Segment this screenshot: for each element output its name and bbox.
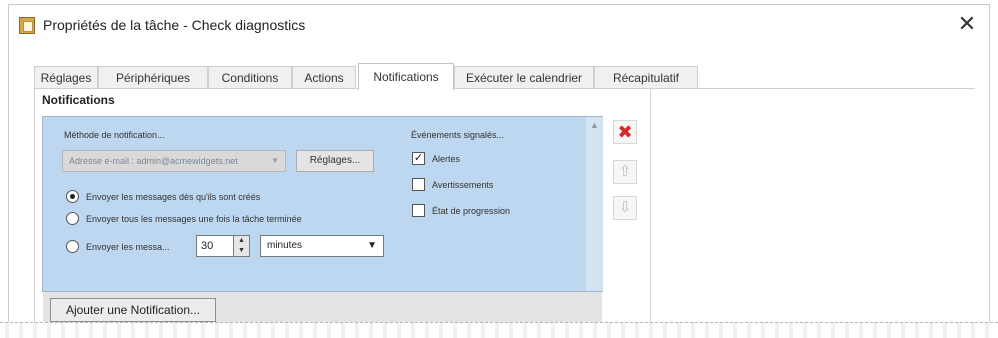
- tab-recapitulatif[interactable]: Récapitulatif: [594, 66, 698, 89]
- checkbox-etat-de-progression[interactable]: [412, 204, 425, 217]
- close-icon[interactable]: ✕: [953, 11, 981, 37]
- radio-send-interval[interactable]: [66, 240, 79, 253]
- move-down-icon[interactable]: ⇩: [613, 196, 637, 220]
- settings-button[interactable]: Réglages...: [296, 150, 374, 172]
- radio-send-at-end[interactable]: [66, 212, 79, 225]
- interval-stepper[interactable]: ▲ ▼: [234, 235, 250, 257]
- checkbox-alertes-label: Alertes: [432, 154, 461, 164]
- scroll-up-arrow-icon[interactable]: ▲: [586, 117, 603, 133]
- radio-send-immediately[interactable]: [66, 190, 79, 203]
- method-label: Méthode de notification...: [64, 130, 165, 140]
- tab-notifications[interactable]: Notifications: [358, 63, 454, 90]
- panel-scrollbar[interactable]: ▲: [585, 117, 603, 291]
- title-bar: Propriétés de la tâche - Check diagnosti…: [9, 5, 989, 45]
- tab-peripheriques[interactable]: Périphériques: [98, 66, 208, 89]
- interval-unit-select[interactable]: minutes ▼: [260, 235, 384, 257]
- notifications-heading: Notifications: [42, 93, 115, 107]
- move-up-icon[interactable]: ⇧: [613, 160, 637, 184]
- email-select-value: Adresse e-mail : admin@acmewidgets.net: [69, 156, 238, 166]
- tab-reglages[interactable]: Réglages: [34, 66, 98, 89]
- interval-input[interactable]: 30: [196, 235, 234, 257]
- checkbox-alertes[interactable]: ✓: [412, 152, 425, 165]
- checkbox-avertissements-label: Avertissements: [432, 180, 494, 190]
- email-address-select[interactable]: Adresse e-mail : admin@acmewidgets.net ▼: [62, 150, 286, 172]
- delete-icon[interactable]: ✖: [613, 120, 637, 144]
- checkbox-avertissements[interactable]: [412, 178, 425, 191]
- events-label: Événements signalés...: [411, 130, 505, 140]
- window-title: Propriétés de la tâche - Check diagnosti…: [43, 17, 306, 33]
- tab-actions[interactable]: Actions: [292, 66, 356, 89]
- interval-unit-value: minutes: [267, 240, 303, 251]
- checkbox-etat-de-progression-label: État de progression: [432, 206, 511, 216]
- add-notification-button[interactable]: Ajouter une Notification...: [50, 298, 216, 322]
- radio-send-interval-label: Envoyer les messa...: [86, 242, 170, 252]
- tab-executer-le-calendrier[interactable]: Exécuter le calendrier: [454, 66, 594, 89]
- torn-edge-divider: [0, 322, 998, 338]
- tab-conditions[interactable]: Conditions: [208, 66, 292, 89]
- notification-entry-panel[interactable]: [42, 116, 603, 292]
- radio-send-at-end-label: Envoyer tous les messages une fois la tâ…: [86, 214, 302, 224]
- radio-send-immediately-label: Envoyer les messages dès qu'ils sont cré…: [86, 192, 261, 202]
- panel-divider: [650, 88, 651, 328]
- task-properties-icon: [19, 17, 35, 34]
- chevron-down-icon: ▼: [271, 156, 279, 165]
- chevron-down-icon: ▼: [367, 240, 377, 251]
